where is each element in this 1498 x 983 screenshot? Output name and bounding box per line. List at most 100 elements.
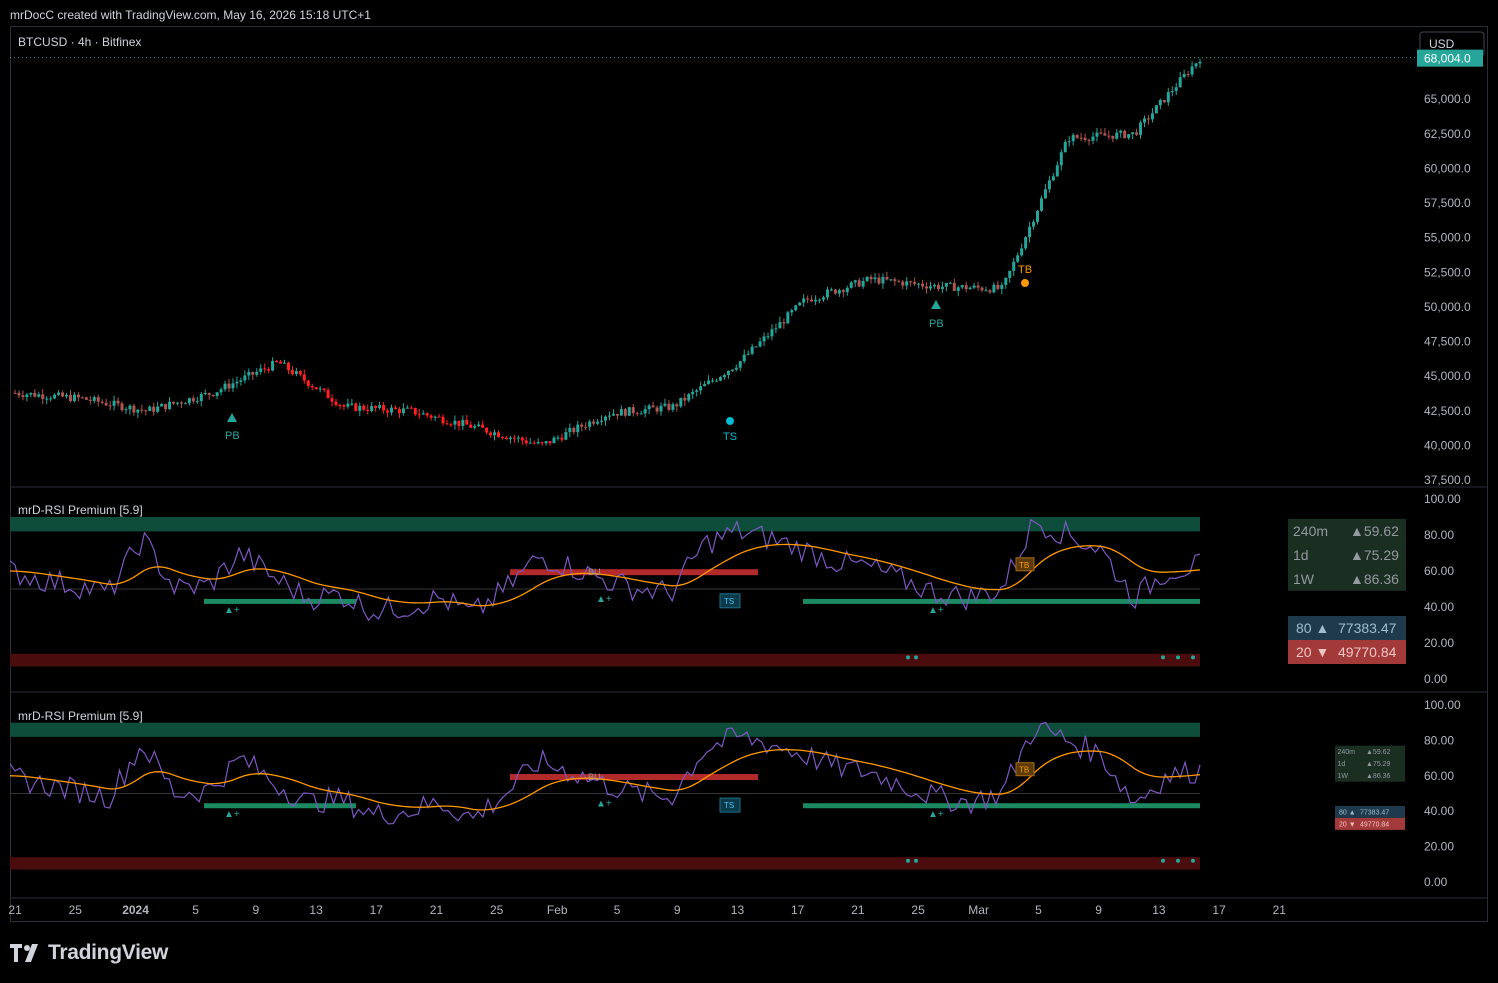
candle-body (41, 394, 45, 399)
tradingview-brand: TradingView (48, 941, 169, 964)
candle-body (485, 427, 489, 433)
candle-body (1123, 130, 1127, 139)
candle-body (378, 405, 382, 408)
candle-body (1131, 132, 1135, 135)
candle-body (592, 421, 596, 424)
plus-signal: ▲+ (596, 594, 612, 605)
candle-body (500, 437, 504, 439)
candle-body (302, 374, 306, 381)
resistance-bar (510, 774, 758, 781)
candle-body (1024, 237, 1028, 249)
candle-body (607, 415, 611, 417)
plus-signal: ▲+ (928, 605, 944, 616)
candle-body (790, 310, 794, 313)
candle-body (120, 403, 124, 411)
tb-label: TB (1019, 561, 1029, 570)
candle-body (243, 375, 247, 381)
candle-body (469, 424, 473, 428)
rsi-tick-label: 60.00 (1424, 564, 1454, 578)
mtf-value: ▲86.36 (1350, 571, 1399, 587)
candle-body (342, 405, 346, 407)
currency-button-label: USD (1429, 37, 1455, 51)
candle-body (881, 276, 885, 284)
candle-body (786, 312, 790, 324)
candle-body (417, 414, 421, 416)
candle-body (255, 371, 259, 375)
candle-body (294, 371, 298, 375)
candle-body (631, 407, 635, 414)
candle-body (524, 440, 528, 444)
candle-body (1071, 135, 1075, 142)
candle-body (437, 416, 441, 418)
candle-body (1067, 141, 1071, 143)
candle-body (742, 354, 746, 362)
signal-marker (1021, 279, 1029, 287)
candle-body (508, 437, 512, 440)
oversold-dot (1161, 858, 1165, 863)
signal-marker (931, 300, 941, 309)
candle-body (758, 341, 762, 347)
candle-body (857, 280, 861, 287)
candle-body (655, 407, 659, 412)
candle-body (144, 410, 148, 412)
oversold-dot (1191, 858, 1195, 863)
signal-label: PB (929, 318, 944, 330)
candle-body (964, 285, 968, 290)
candle-body (164, 403, 168, 410)
candle-body (1004, 277, 1008, 285)
candle-body (152, 406, 156, 412)
candle-body (671, 404, 675, 410)
candle-body (1091, 136, 1095, 141)
candle-body (707, 380, 711, 385)
chart-canvas[interactable]: BTCUSD · 4h · Bitfinex USD 37,500.0 40,000.… (0, 0, 1498, 983)
candle-body (493, 432, 497, 436)
time-tick-label: Feb (547, 903, 568, 917)
candle-body (259, 368, 263, 372)
level-80-label: 80 ▲ (1296, 620, 1329, 636)
candle-body (929, 286, 933, 289)
candle-body (445, 423, 449, 425)
candle-body (722, 375, 726, 378)
rsi-tick-label: 100.00 (1424, 492, 1461, 506)
candle-body (833, 289, 837, 294)
candle-body (366, 409, 370, 411)
candle-body (100, 401, 104, 403)
time-tick-label: 9 (674, 903, 681, 917)
candle-body (57, 392, 61, 395)
rsi-tick-label: 20.00 (1424, 840, 1454, 854)
candle-body (374, 406, 378, 408)
candle-body (560, 437, 564, 440)
candle-body (568, 427, 572, 433)
candle-body (829, 289, 833, 291)
level-80-label: 80 ▲ (1339, 809, 1356, 816)
rsi-tick-label: 0.00 (1424, 672, 1448, 686)
candle-body (695, 390, 699, 392)
candle-body (512, 437, 516, 439)
candle-body (45, 398, 49, 400)
candle-body (397, 409, 401, 414)
oversold-dot (1161, 655, 1165, 660)
candle-body (386, 410, 390, 413)
candle-body (667, 403, 671, 410)
candle-body (179, 402, 183, 404)
price-pane-title: BTCUSD · 4h · Bitfinex (18, 35, 141, 49)
candle-body (425, 413, 429, 416)
mtf-timeframe: 1W (1293, 571, 1315, 587)
candle-body (1039, 198, 1043, 211)
candle-body (65, 394, 69, 397)
candle-body (17, 392, 21, 396)
candle-body (774, 328, 778, 330)
mtf-timeframe: 240m (1293, 523, 1328, 539)
time-tick-label: 9 (253, 903, 260, 917)
candle-body (1135, 132, 1139, 135)
candle-body (172, 401, 176, 404)
time-tick-label: 5 (614, 903, 621, 917)
candle-body (286, 362, 290, 371)
rsi-pane-2: mrD-RSI Premium [5.9] 0.00 20.00 40.00 60.00… (9, 698, 1461, 889)
candle-body (306, 380, 310, 386)
rsi-tick-label: 40.00 (1424, 804, 1454, 818)
candle-body (1162, 99, 1166, 103)
candle-body (909, 281, 913, 283)
signal-label: TS (723, 431, 737, 443)
candle-body (885, 276, 889, 280)
